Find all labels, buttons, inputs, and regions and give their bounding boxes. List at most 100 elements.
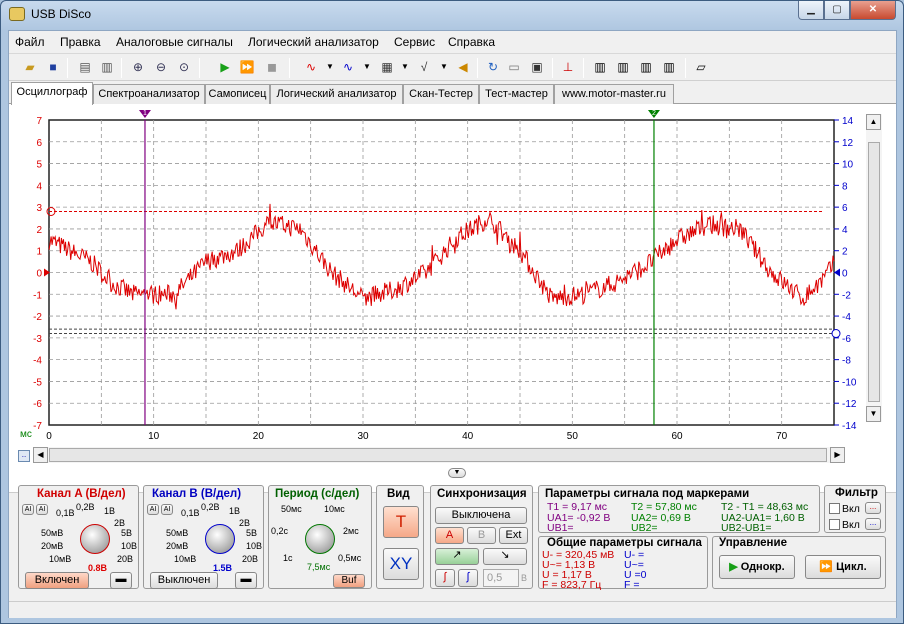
sync-source-a-button[interactable]: A (435, 527, 464, 544)
channel-b-dc-button[interactable]: AI (161, 504, 173, 515)
marker-1-label: 1 (143, 110, 147, 117)
tab-website[interactable]: www.motor-master.ru (554, 84, 674, 104)
tab-logic[interactable]: Логический анализатор (270, 84, 403, 104)
chevron-down-icon[interactable]: ▼ (397, 59, 413, 75)
collapse-panel-icon[interactable]: ▼ (448, 468, 466, 478)
chevron-down-icon[interactable]: ▼ (436, 59, 452, 75)
sync-source-ext-button[interactable]: Ext (499, 527, 528, 544)
sync-wait-icon[interactable]: ∫ (458, 569, 478, 587)
channel-a-enable-button[interactable]: Включен (25, 572, 89, 589)
minimize-button[interactable]: ▁ (798, 1, 824, 20)
calculator-icon[interactable]: ▦ (379, 59, 395, 75)
knob-label: 2мс (343, 526, 359, 536)
channel-b-enable-button[interactable]: Выключен (150, 572, 218, 589)
channel-b-volts-knob[interactable] (205, 524, 235, 554)
scroll-right-icon[interactable]: ▶ (830, 447, 845, 463)
x-tick-label: 50 (567, 431, 579, 442)
horizontal-scrollbar[interactable]: ◀ ▶ (33, 447, 845, 463)
sync-falling-edge-icon[interactable]: ↘ (483, 548, 527, 565)
scroll-left-icon[interactable]: ◀ (33, 447, 48, 463)
channel-a-value: 0.8В (88, 563, 108, 573)
menu-analog[interactable]: Аналоговые сигналы (116, 35, 233, 49)
dub-value: UB2-UB1= (721, 522, 772, 534)
single-run-button[interactable]: ▶ Однокр. (719, 555, 795, 579)
refresh-icon[interactable]: ↻ (485, 59, 501, 75)
tab-strip: Осциллограф Спектроанализатор Самописец … (9, 82, 896, 105)
tab-spectrum[interactable]: Спектроанализатор (93, 84, 205, 104)
maximize-button[interactable]: ▢ (824, 1, 850, 20)
close-button[interactable]: ✕ (850, 1, 896, 20)
chip-3-icon[interactable]: ▥ (638, 59, 654, 75)
tab-scan-tester[interactable]: Скан-Тестер (403, 84, 479, 104)
left-tick-label: -7 (33, 421, 42, 432)
tab-recorder[interactable]: Самописец (205, 84, 270, 104)
horizontal-scroll-thumb[interactable] (49, 448, 827, 462)
knob-label: 20мВ (41, 541, 64, 551)
trigger-icon[interactable]: ⊥ (560, 59, 576, 75)
knob-label: 1с (283, 553, 293, 563)
run-single-icon[interactable]: ▶ (217, 59, 233, 75)
view-time-button[interactable]: T (383, 506, 419, 538)
menu-service[interactable]: Сервис (394, 35, 435, 49)
filter-a-settings-button[interactable]: ... (865, 502, 881, 514)
math-sqrt-icon[interactable]: √ (416, 59, 432, 75)
vertical-scroll-thumb[interactable] (868, 142, 880, 402)
stop-icon[interactable]: ◼ (264, 59, 280, 75)
x-tick-label: 10 (148, 431, 160, 442)
channel-a-volts-knob[interactable] (80, 524, 110, 554)
channel-a-ac-button[interactable]: AI (22, 504, 34, 515)
channel-a-invert-button[interactable]: ▬ (110, 572, 132, 589)
right-tick-label: 10 (842, 160, 854, 171)
open-icon[interactable]: ▰ (22, 59, 38, 75)
filter-a-checkbox[interactable] (829, 503, 840, 514)
chip-4-icon[interactable]: ▥ (661, 59, 677, 75)
scroll-up-icon[interactable]: ▲ (866, 114, 881, 130)
sync-auto-icon[interactable]: ∫ (435, 569, 455, 587)
tab-oscilloscope[interactable]: Осциллограф (11, 82, 93, 105)
zoom-out-time-button[interactable]: .. (18, 450, 30, 462)
sync-mode-button[interactable]: Выключена (435, 507, 527, 524)
chip-2-icon[interactable]: ▥ (615, 59, 631, 75)
zoom-fit-icon[interactable]: ⊙ (176, 59, 192, 75)
menu-edit[interactable]: Правка (60, 35, 101, 49)
run-cycle-icon[interactable]: ⏩ (239, 59, 255, 75)
scroll-down-icon[interactable]: ▼ (866, 406, 881, 422)
view-xy-button[interactable]: XY (383, 548, 419, 580)
chevron-down-icon[interactable]: ▼ (359, 59, 375, 75)
filter-b-settings-button[interactable]: ... (865, 518, 881, 530)
chevron-down-icon[interactable]: ▼ (322, 59, 338, 75)
menu-help[interactable]: Справка (448, 35, 495, 49)
sync-source-b-button[interactable]: B (467, 527, 496, 544)
channel-b-group: Канал B (В/дел) AI AI 0,1В 0,2В 1В 2В 50… (143, 485, 264, 589)
buffer-button[interactable]: Buf (333, 574, 365, 588)
channel-b-wave-icon[interactable]: ∿ (340, 59, 356, 75)
screen-icon[interactable]: ▭ (506, 59, 522, 75)
sound-icon[interactable]: ◀ (455, 59, 471, 75)
period-knob[interactable] (305, 524, 335, 554)
knob-label: 5В (121, 528, 133, 538)
zoom-out-icon[interactable]: ⊖ (153, 59, 169, 75)
channel-b-invert-button[interactable]: ▬ (235, 572, 257, 589)
chip-1-icon[interactable]: ▥ (592, 59, 608, 75)
preview-icon[interactable]: ▤ (77, 59, 93, 75)
channel-a-wave-icon[interactable]: ∿ (303, 59, 319, 75)
filter-b-checkbox[interactable] (829, 519, 840, 530)
settings-chip-icon[interactable]: ▱ (693, 59, 709, 75)
oscilloscope-plot[interactable]: 76543210-1-2-3-4-5-6-714121086420-2-4-6-… (9, 104, 896, 493)
print-icon[interactable]: ▥ (99, 59, 115, 75)
menu-logic[interactable]: Логический анализатор (248, 35, 379, 49)
save-icon[interactable]: ■ (45, 59, 61, 75)
cycle-run-button[interactable]: ⏩ Цикл. (805, 555, 881, 579)
sync-rising-edge-icon[interactable]: ↗ (435, 548, 479, 565)
channel-a-dc-button[interactable]: AI (36, 504, 48, 515)
channel-b-ac-button[interactable]: AI (147, 504, 159, 515)
device-icon[interactable]: ▣ (529, 59, 545, 75)
filter-b-label: Вкл (842, 519, 860, 531)
sync-level-input[interactable]: 0,5 (483, 569, 519, 587)
menu-file[interactable]: Файл (15, 35, 45, 49)
zoom-in-icon[interactable]: ⊕ (130, 59, 146, 75)
sync-group: Синхронизация Выключена A B Ext ↗ ↘ ∫ ∫ … (430, 485, 533, 589)
tab-test-master[interactable]: Тест-мастер (479, 84, 554, 104)
right-tick-label: -8 (842, 356, 851, 367)
vertical-scrollbar[interactable]: ▲ ▼ (866, 114, 882, 422)
